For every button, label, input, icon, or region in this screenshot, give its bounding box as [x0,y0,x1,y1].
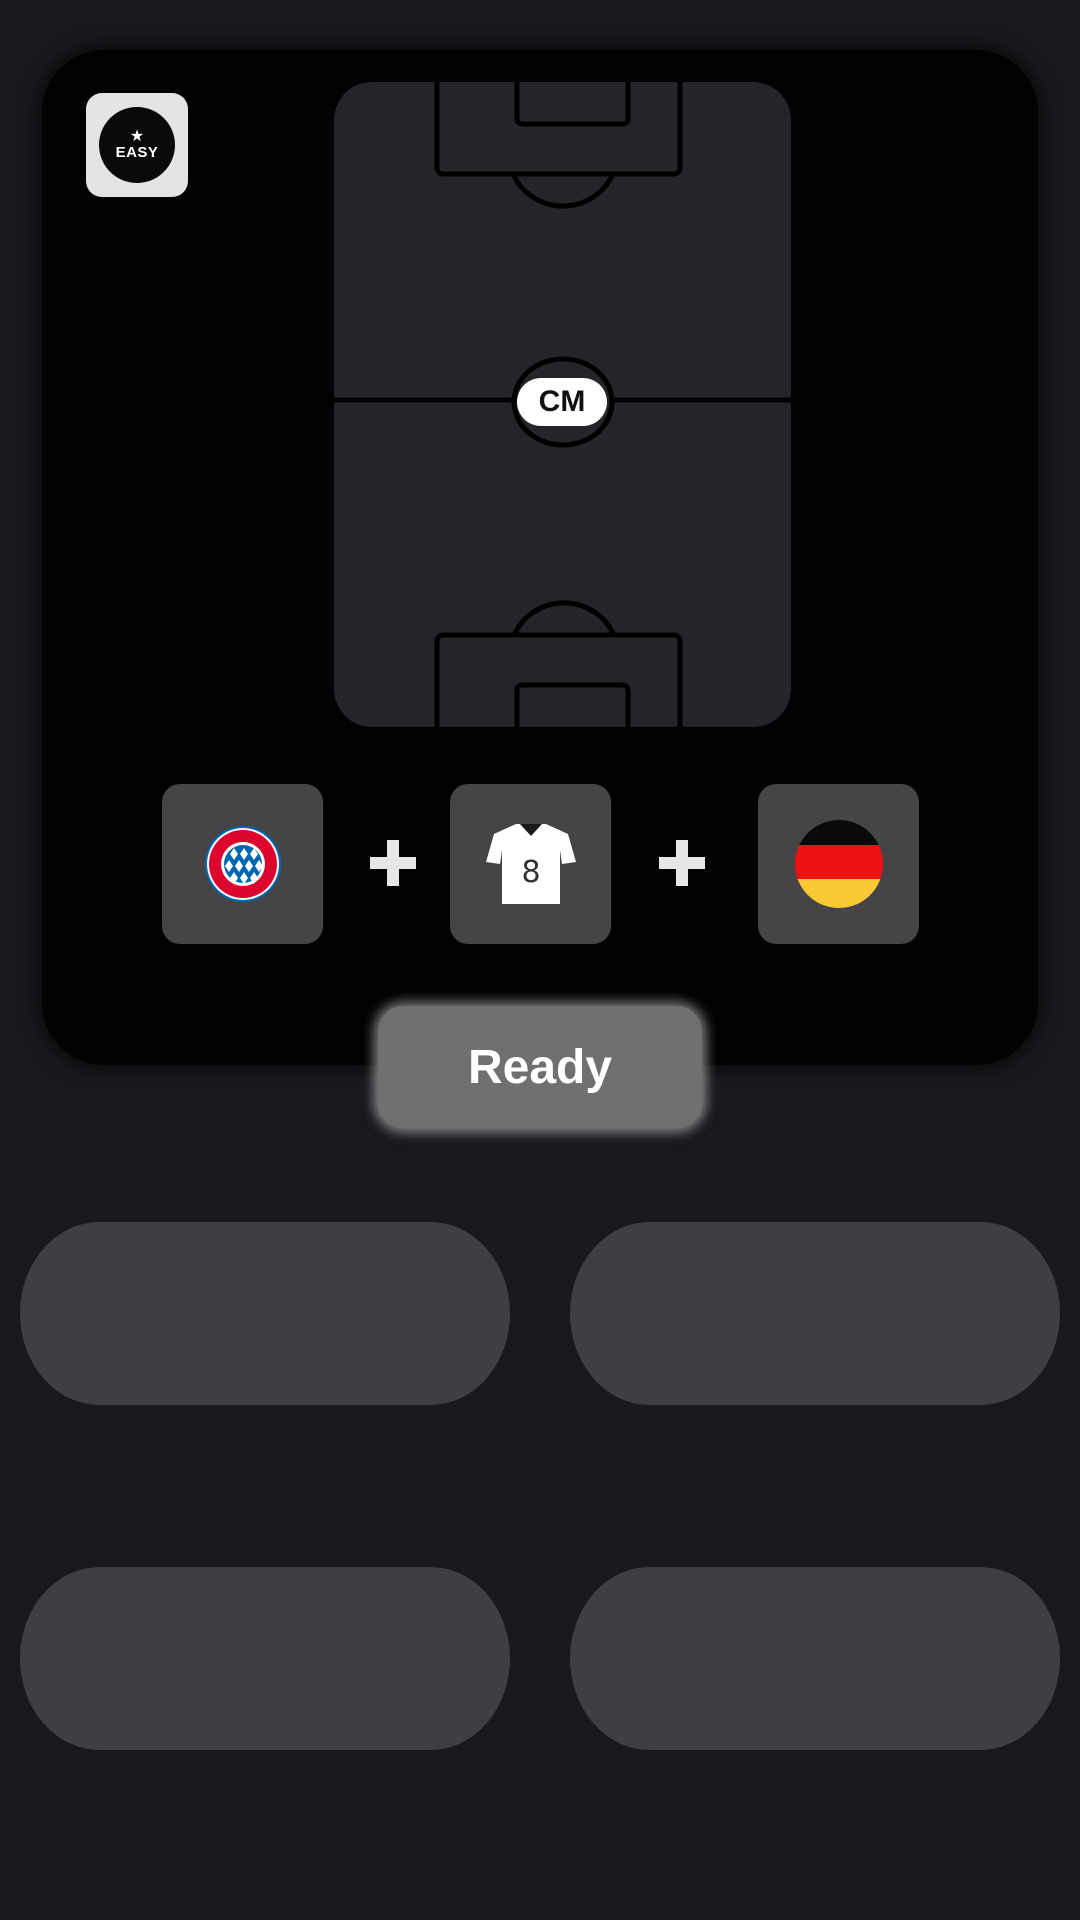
difficulty-label: EASY [115,144,159,161]
difficulty-badge: ★ EASY [86,93,188,197]
jersey-icon: 8 [485,824,576,904]
answer-option-2[interactable] [570,1222,1060,1405]
star-icon: ★ [129,126,145,145]
germany-flag-icon [794,820,883,908]
ready-button[interactable]: Ready [378,1006,702,1128]
position-label: CM [517,378,607,426]
bottom-goal-box [514,682,631,727]
clue-shirt-number-tile: 8 [450,784,611,944]
shirt-number: 8 [521,855,540,890]
clue-club-tile [162,784,323,944]
plus-icon [659,840,705,886]
answer-option-3[interactable] [20,1567,510,1750]
answer-option-4[interactable] [570,1567,1060,1750]
bayern-crest-icon [204,826,281,902]
difficulty-badge-circle: ★ EASY [99,107,175,183]
answer-option-1[interactable] [20,1222,510,1405]
plus-icon [370,840,416,886]
clue-nationality-tile [758,784,919,944]
top-goal-box [514,82,631,127]
